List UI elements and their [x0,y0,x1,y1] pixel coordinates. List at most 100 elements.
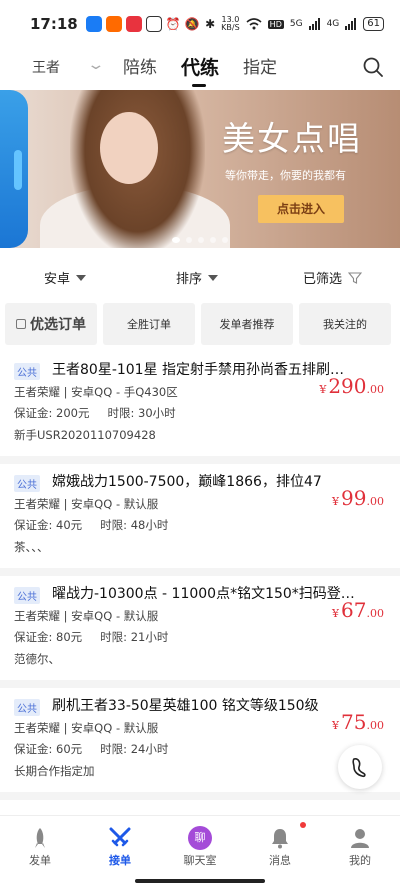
screen-filter-label: 已筛选 [303,272,343,287]
public-tag: 公共 [14,363,40,380]
person-icon [351,829,369,848]
order-card[interactable]: 公共 刷机王者33-50星英雄100 铭文等级150级 王者荣耀 | 安卓QQ … [0,688,400,800]
mute-icon: 🔕 [184,17,200,31]
game-filter-dropdown[interactable]: 王者 ⌄ [32,57,105,77]
nav-messages[interactable]: 消息 [250,822,310,868]
previous-banner-edge [0,90,28,248]
quick-filter-row: 优选订单 全胜订单 发单者推荐 我关注的 [5,303,391,345]
order-terms: 保证金: 200元 时限: 30小时 [14,405,176,421]
preferred-orders-button[interactable]: 优选订单 [5,303,97,345]
carousel-dots [172,237,228,243]
nav-chatroom[interactable]: 聊 聊天室 [170,824,230,868]
instagram-icon [145,16,162,32]
tab-sparring[interactable]: 陪练 [123,53,157,80]
order-deposit: 保证金: 60元 [14,742,83,756]
carousel-dot[interactable] [222,237,228,243]
order-meta: 王者荣耀 | 安卓QQ - 默认服 [14,497,159,511]
carousel-dot[interactable] [186,237,192,243]
order-time-limit: 时限: 48小时 [100,518,169,532]
order-title: 曜战力-10300点 - 11000点*铭文150*扫码登… [52,586,355,602]
order-terms: 保证金: 60元 时限: 24小时 [14,741,168,757]
bell-icon [272,829,288,849]
status-time: 17:18 [30,15,78,33]
status-bar: 17:18 ⏰ 🔕 ✱ 13.0 KB/S HD 5G 4G 61 [0,0,400,48]
order-list: 公共 王者80星-101星 指定射手禁用孙尚香五排刷… 王者荣耀 | 安卓QQ … [0,352,400,800]
tab-boosting[interactable]: 代练 [181,53,219,87]
platform-filter-label: 安卓 [44,272,71,287]
floating-footprint-button[interactable] [338,745,382,789]
order-meta: 王者荣耀 | 安卓QQ - 默认服 [14,609,159,623]
chevron-down-icon: ⌄ [86,57,106,73]
tab-designated[interactable]: 指定 [243,53,277,80]
order-deposit: 保证金: 200元 [14,406,90,420]
nav-accept-label: 接单 [109,854,131,867]
order-price: ¥290.00 [319,374,384,398]
nav-profile-label: 我的 [349,854,371,867]
battery-icon: 61 [363,17,384,31]
status-app-icons: ⏰ 🔕 [85,16,200,32]
order-meta: 王者荣耀 | 安卓QQ - 手Q430区 [14,385,178,399]
order-title: 刷机王者33-50星英雄100 铭文等级150级 [52,698,319,714]
tab-bar: 陪练 代练 指定 [123,53,277,87]
hd-badge: HD [267,19,284,29]
promo-banner[interactable]: 美女点唱 等你带走，你要的我都有 点击进入 [0,90,400,248]
carousel-dot[interactable] [198,237,204,243]
chat-badge-icon: 聊 [188,826,212,850]
order-note: 长期合作指定加 [14,764,95,778]
order-terms: 保证金: 80元 时限: 21小时 [14,629,168,645]
order-time-limit: 时限: 21小时 [100,630,169,644]
caret-down-icon [208,274,219,281]
order-card[interactable]: 公共 嫦娥战力1500-7500，巅峰1866，排位47 王者荣耀 | 安卓QQ… [0,464,400,576]
recommended-button[interactable]: 发单者推荐 [201,303,293,345]
caret-down-icon [76,274,87,281]
order-terms: 保证金: 40元 时限: 48小时 [14,517,168,533]
nav-accept[interactable]: 接单 [90,824,150,868]
sort-filter[interactable]: 排序 [176,268,219,287]
order-note: 茶、、、 [14,540,49,554]
carousel-dot[interactable] [210,237,216,243]
nav-profile[interactable]: 我的 [330,824,390,868]
bluetooth-icon: ✱ [205,17,216,31]
order-deposit: 保证金: 80元 [14,630,83,644]
win-all-orders-button[interactable]: 全胜订单 [103,303,195,345]
order-time-limit: 时限: 24小时 [100,742,169,756]
crossed-swords-icon [109,827,131,847]
footprint-icon [352,758,366,778]
taobao-icon [105,16,122,32]
public-tag: 公共 [14,587,40,604]
order-meta: 王者荣耀 | 安卓QQ - 默认服 [14,721,159,735]
order-note: 范德尔、 [14,652,60,666]
order-time-limit: 时限: 30小时 [107,406,176,420]
bottom-nav: 发单 接单 聊 聊天室 消息 我的 [0,815,400,889]
status-right: ✱ 13.0 KB/S HD 5G 4G 61 [205,16,384,32]
search-icon[interactable] [362,56,384,78]
nav-chatroom-label: 聊天室 [183,854,217,867]
carousel-dot[interactable] [172,237,180,243]
banner-subtitle: 等你带走，你要的我都有 [225,169,346,182]
screen-filter[interactable]: 已筛选 [303,268,363,287]
funnel-icon [348,271,363,284]
order-price: ¥99.00 [332,486,384,510]
nav-publish-label: 发单 [29,854,51,867]
shop-icon [125,16,142,32]
home-indicator[interactable] [135,879,265,883]
order-card[interactable]: 公共 王者80星-101星 指定射手禁用孙尚香五排刷… 王者荣耀 | 安卓QQ … [0,352,400,464]
signal-4g: 4G [326,19,340,29]
preferred-orders-label: 优选订单 [30,317,86,333]
platform-filter[interactable]: 安卓 [44,268,87,287]
following-button[interactable]: 我关注的 [299,303,391,345]
checkbox-icon[interactable] [16,319,26,329]
order-price: ¥67.00 [332,598,384,622]
banner-enter-button[interactable]: 点击进入 [258,195,344,223]
signal-bars-icon [308,18,320,30]
public-tag: 公共 [14,475,40,492]
unread-dot [300,822,306,828]
game-filter-label: 王者 [32,60,60,76]
signal-5g: 5G [289,19,303,29]
order-price: ¥75.00 [332,710,384,734]
order-deposit: 保证金: 40元 [14,518,83,532]
nav-publish[interactable]: 发单 [10,824,70,868]
order-card[interactable]: 公共 曜战力-10300点 - 11000点*铭文150*扫码登… 王者荣耀 |… [0,576,400,688]
sort-filter-label: 排序 [176,272,203,287]
nav-messages-label: 消息 [269,854,291,867]
